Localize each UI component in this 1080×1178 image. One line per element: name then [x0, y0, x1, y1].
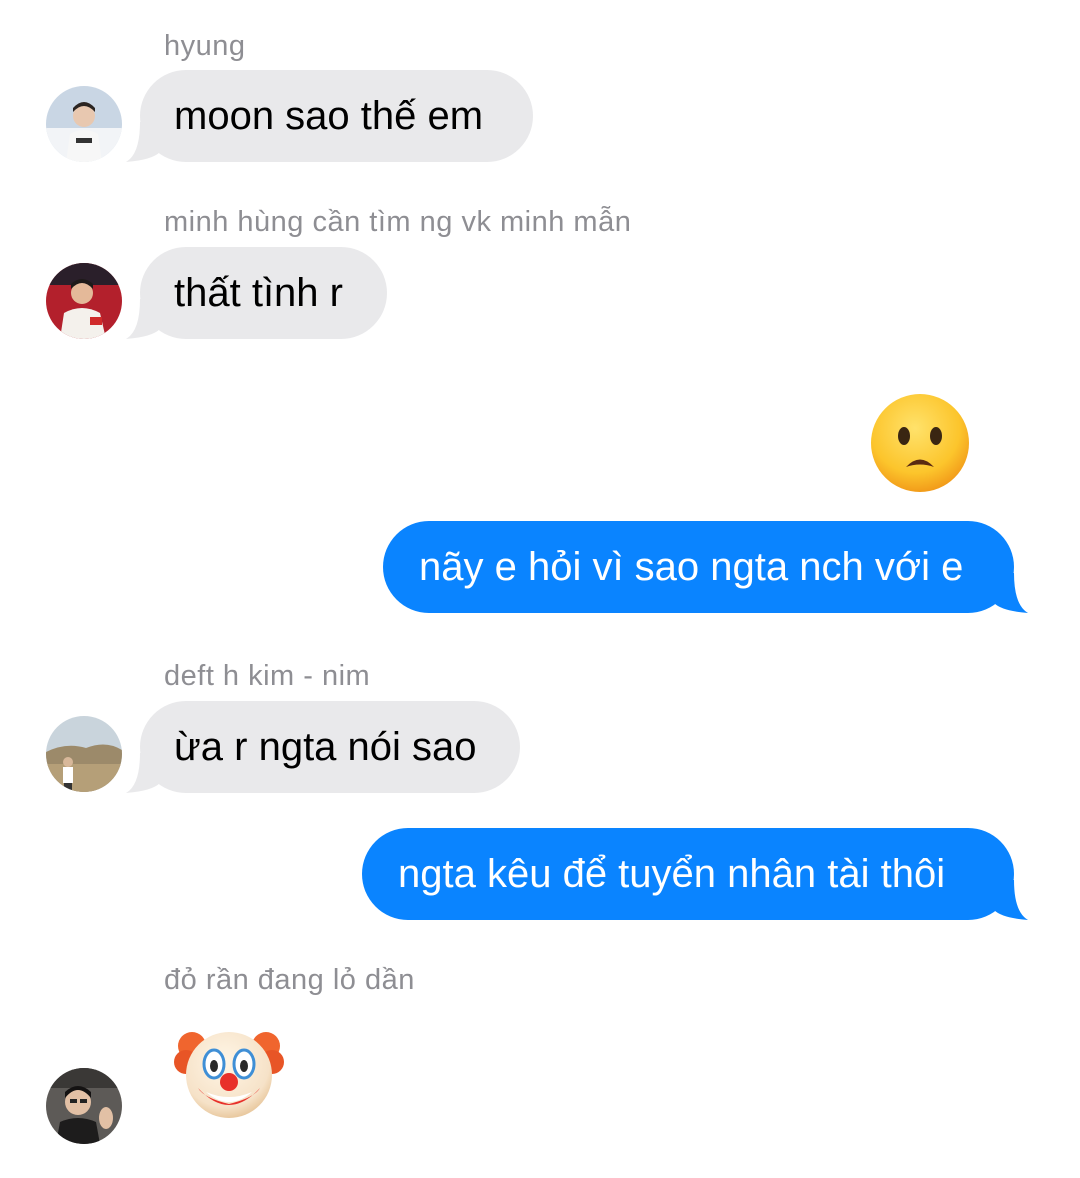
avatar[interactable]: [46, 716, 122, 792]
message-text: thất tình r: [174, 271, 343, 315]
avatar[interactable]: [46, 1068, 122, 1144]
bubble-tail: [994, 573, 1028, 613]
message-text: moon sao thế em: [174, 94, 484, 138]
bubble-tail: [126, 122, 160, 162]
incoming-message-bubble[interactable]: moon sao thế em: [126, 70, 533, 162]
incoming-emoji-message[interactable]: [174, 1018, 284, 1133]
outgoing-message-bubble[interactable]: ngta kêu để tuyển nhân tài thôi: [362, 828, 1028, 920]
clown-face-icon: [174, 1032, 284, 1118]
sender-name: minh hùng cần tìm ng vk minh mẫn: [164, 206, 632, 238]
message-text: ngta kêu để tuyển nhân tài thôi: [398, 852, 946, 896]
message-text: nãy e hỏi vì sao ngta nch với e: [419, 545, 964, 589]
incoming-message-bubble[interactable]: ừa r ngta nói sao: [126, 701, 520, 793]
sender-name: hyung: [164, 30, 246, 62]
bubble-tail: [994, 880, 1028, 920]
bubble-tail: [126, 299, 160, 339]
avatar[interactable]: [46, 86, 122, 162]
message-text: ừa r ngta nói sao: [174, 725, 477, 769]
sender-name: đỏ rần đang lỏ dần: [164, 964, 415, 996]
outgoing-emoji-message[interactable]: [869, 392, 971, 499]
avatar[interactable]: [46, 263, 122, 339]
sender-name: deft h kim - nim: [164, 660, 371, 692]
incoming-message-bubble[interactable]: thất tình r: [126, 247, 387, 339]
frowning-face-icon: [871, 394, 969, 492]
outgoing-message-bubble[interactable]: nãy e hỏi vì sao ngta nch với e: [383, 521, 1028, 613]
bubble-tail: [126, 753, 160, 793]
